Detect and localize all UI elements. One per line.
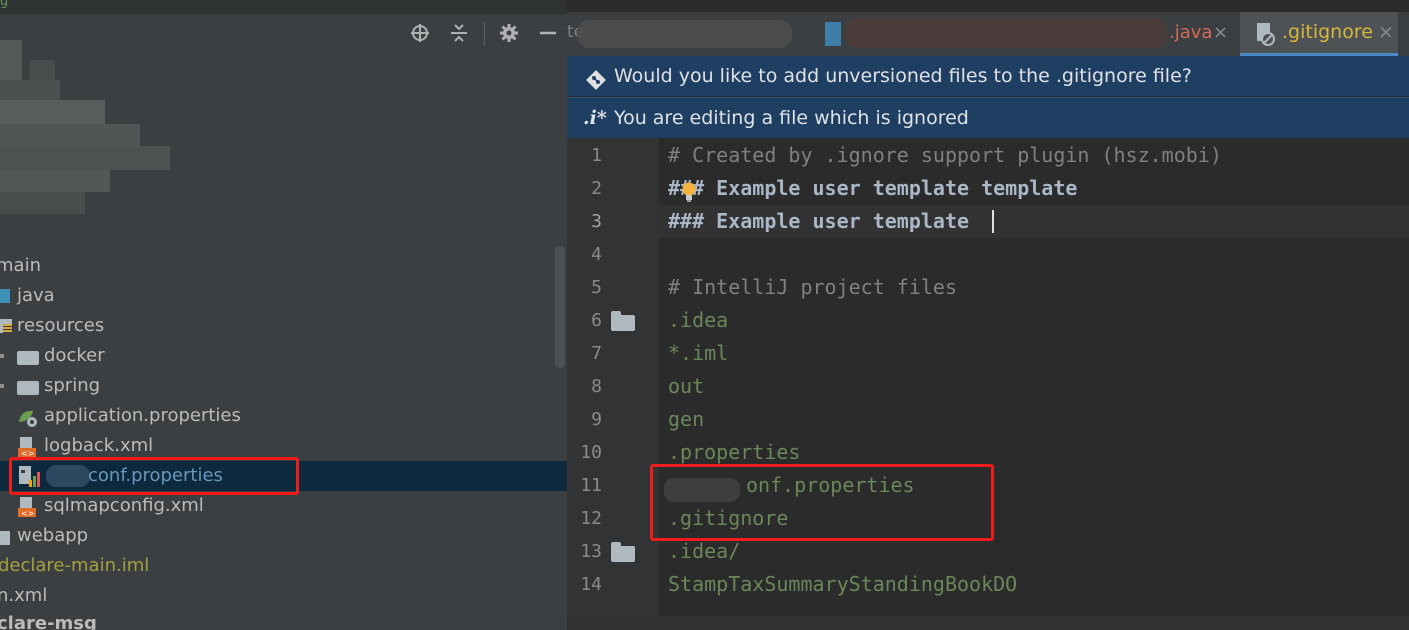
line-number: 12 [580, 508, 602, 529]
folder-icon [0, 531, 10, 545]
tab-gitignore[interactable]: .gitignore × [1240, 12, 1398, 54]
text-caret [992, 210, 994, 233]
line-number: 2 [591, 178, 602, 199]
code-line: # IntelliJ project files [668, 275, 957, 299]
spring-properties-icon [17, 408, 39, 428]
redacted-tab-blur [577, 20, 792, 48]
resources-folder-icon [0, 319, 12, 333]
ignore-plugin-icon: .i* [583, 107, 607, 129]
banner-message: Would you like to add unversioned files … [614, 65, 1192, 87]
tree-item-declare-msg[interactable]: clare-msg [0, 609, 300, 630]
svg-text:<>: <> [21, 509, 34, 517]
tree-item-main[interactable]: main [0, 251, 300, 281]
svg-text:<>: <> [21, 449, 34, 457]
annotation-highlight-box [650, 464, 994, 541]
project-tool-window: g main java resources docker spring appl… [0, 0, 567, 630]
tree-item-docker[interactable]: docker [0, 341, 300, 371]
code-line: .properties [668, 440, 801, 464]
line-number: 9 [591, 409, 602, 430]
code-line: ### Example user template [668, 209, 970, 233]
toolbar-separator [484, 22, 485, 46]
tree-item-label: resources [17, 315, 105, 336]
close-icon[interactable]: × [1378, 21, 1394, 43]
folder-icon[interactable] [611, 542, 635, 562]
top-strip: g [0, 0, 567, 14]
gear-icon[interactable] [496, 20, 522, 46]
tree-item-sqlmapconfig-xml[interactable]: <> sqlmapconfig.xml [0, 491, 300, 521]
xml-file-icon: <> [18, 497, 36, 518]
git-diamond-icon [585, 65, 607, 90]
annotation-highlight-box [9, 457, 299, 495]
line-number: 7 [591, 343, 602, 364]
code-line: ### Example user template template [668, 176, 1078, 200]
tree-item-label: docker [44, 345, 105, 366]
line-number: 8 [591, 376, 602, 397]
tree-item-label: declare-main.iml [0, 555, 150, 576]
line-number: 14 [580, 574, 602, 595]
crosshair-icon[interactable] [407, 20, 433, 46]
top-strip-text: g [0, 0, 9, 9]
tree-item-label: sqlmapconfig.xml [44, 495, 204, 516]
code-line: .idea/ [668, 539, 741, 563]
line-number: 11 [580, 475, 602, 496]
tree-item-application-properties[interactable]: application.properties [0, 401, 300, 431]
tree-item-resources[interactable]: resources [0, 311, 300, 341]
tree-item-label: main [0, 255, 41, 276]
unversioned-files-banner[interactable]: Would you like to add unversioned files … [567, 56, 1409, 96]
tree-item-label: webapp [17, 525, 89, 546]
line-number: 10 [580, 442, 602, 463]
java-class-icon [825, 22, 841, 46]
line-number: 13 [580, 541, 602, 562]
tree-item-label: clare-msg [0, 613, 97, 630]
line-number: 4 [591, 244, 602, 265]
chevron-right-icon[interactable] [0, 354, 4, 358]
scrollbar[interactable] [555, 246, 565, 368]
code-line: gen [668, 407, 705, 431]
redacted-tab-blur [845, 18, 1167, 48]
line-number: 1 [591, 145, 602, 166]
folder-icon [17, 381, 39, 395]
tree-item-webapp[interactable]: webapp [0, 521, 300, 551]
xml-file-icon: <> [18, 437, 36, 458]
folder-icon [17, 351, 39, 365]
tree-item-label: application.properties [44, 405, 241, 426]
banner-message: You are editing a file which is ignored [614, 107, 969, 129]
horizontal-scrollbar[interactable] [567, 616, 1409, 630]
close-icon[interactable]: × [1213, 22, 1228, 43]
line-number: 6 [591, 310, 602, 331]
folder-icon[interactable] [611, 311, 635, 331]
minus-icon[interactable] [535, 20, 561, 46]
code-line: StampTaxSummaryStandingBookDO [668, 572, 1018, 596]
ignored-file-banner: .i* You are editing a file which is igno… [567, 97, 1409, 138]
chevron-right-icon[interactable] [0, 384, 4, 388]
source-folder-icon [0, 289, 10, 303]
line-number: 5 [591, 277, 602, 298]
code-line: *.iml [668, 341, 729, 365]
tree-item-label: java [17, 285, 55, 306]
gitignore-tab-label: .gitignore [1282, 21, 1373, 43]
java-tab-label[interactable]: .java [1169, 22, 1212, 43]
collapse-all-icon[interactable] [446, 20, 472, 46]
gitignore-file-icon [1255, 22, 1277, 46]
lightbulb-icon[interactable] [681, 182, 697, 204]
tree-item-pom-xml[interactable]: n.xml [0, 581, 300, 611]
tree-item-spring[interactable]: spring [0, 371, 300, 401]
tree-item-label: spring [44, 375, 101, 396]
line-number: 3 [591, 211, 602, 232]
tree-item-label: n.xml [0, 585, 48, 606]
code-line: .idea [668, 308, 729, 332]
code-line: # Created by .ignore support plugin (hsz… [668, 143, 1222, 167]
code-line: out [668, 374, 705, 398]
tree-item-java[interactable]: java [0, 281, 300, 311]
tree-item-declare-main-iml[interactable]: declare-main.iml [0, 551, 300, 581]
